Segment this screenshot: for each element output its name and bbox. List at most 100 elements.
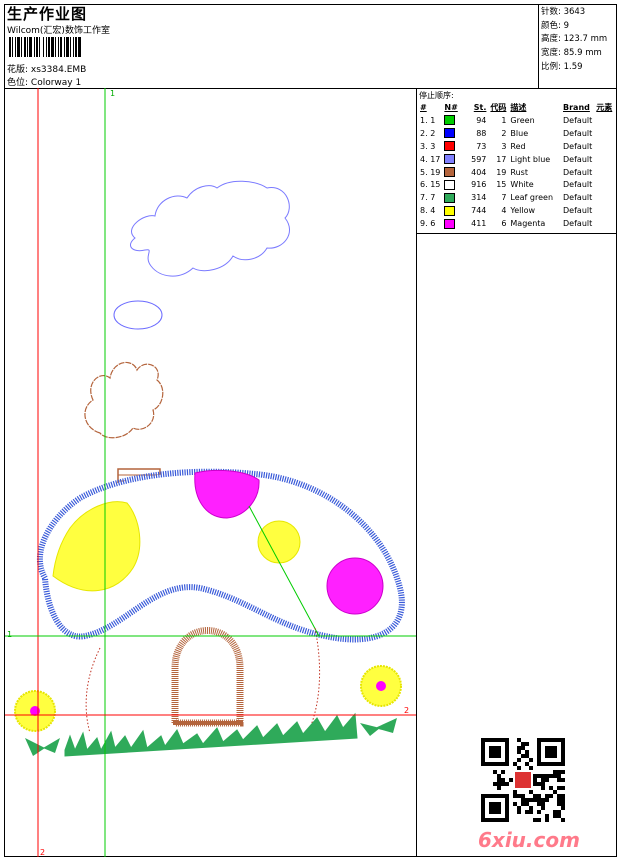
row-stitches: 744 <box>471 206 487 216</box>
row-swatch <box>442 191 459 204</box>
axis-label-h-right: 2 <box>404 706 410 715</box>
stem-outline <box>85 627 321 734</box>
table-row: 8. 4 744 4 Yellow Default <box>418 204 614 217</box>
col-code: 代码 <box>490 103 507 112</box>
row-code: 17 <box>496 154 507 164</box>
axis-label-v-bottom: 2 <box>40 848 46 857</box>
table-row: 5. 19 404 19 Rust Default <box>418 166 614 179</box>
color-swatch <box>444 154 456 165</box>
row-index: 4. 17 <box>420 154 441 164</box>
row-code: 3 <box>501 141 507 151</box>
row-swatch <box>442 178 459 191</box>
row-description: Leaf green <box>510 193 554 203</box>
stitches-value: 3643 <box>563 7 586 17</box>
row-brand: Default <box>563 141 593 151</box>
small-cloud-outline <box>113 300 163 330</box>
row-code: 19 <box>496 167 507 177</box>
color-swatch <box>444 179 456 190</box>
row-element <box>594 204 614 217</box>
height-label: 高度: <box>541 34 561 45</box>
row-code: 1 <box>501 115 507 125</box>
colorway-row: 色位: Colorway 1 <box>7 75 81 88</box>
sheet-title: 生产作业图 <box>7 5 88 23</box>
grass-left-leaves <box>25 738 60 756</box>
grass-right-leaves <box>360 718 397 736</box>
qr-code <box>481 738 565 822</box>
design-stats: 针数: 3643 颜色: 9 高度: 123.7 mm 宽度: 85.9 mm … <box>541 6 607 75</box>
pattern-value: xs3384.EMB <box>30 65 87 75</box>
table-row: 9. 6 411 6 Magenta Default <box>418 217 614 230</box>
stitches-label: 针数: <box>541 7 561 17</box>
row-swatch <box>442 140 459 153</box>
row-brand: Default <box>563 128 593 138</box>
row-stitches: 597 <box>471 154 487 164</box>
axis-label-h-left: 1 <box>7 630 13 639</box>
color-swatch <box>444 167 456 177</box>
table-header-row: # N# St. 代码 描述 Brand 元素 <box>418 101 614 114</box>
table-row: 2. 2 88 2 Blue Default <box>418 127 614 140</box>
row-description: Rust <box>510 167 528 177</box>
watermark-logo: 6xiu.com <box>478 828 580 852</box>
panel-divider <box>416 88 417 857</box>
row-stitches: 916 <box>471 180 487 190</box>
row-element <box>594 153 614 166</box>
axis-label-v-top: 1 <box>110 89 116 98</box>
col-element: 元素 <box>596 103 613 112</box>
row-code: 4 <box>501 206 507 216</box>
row-element <box>594 127 614 140</box>
col-stitches: St. <box>473 103 487 112</box>
row-swatch <box>442 217 459 230</box>
row-description: Magenta <box>510 219 546 229</box>
row-brand: Default <box>563 206 593 216</box>
stats-divider <box>538 4 539 88</box>
row-stitches: 404 <box>471 167 487 177</box>
color-swatch <box>444 141 456 152</box>
colors-label: 颜色: <box>541 20 561 31</box>
row-index: 3. 3 <box>420 141 436 151</box>
color-swatch <box>444 192 456 203</box>
row-brand: Default <box>563 154 593 164</box>
col-index: # <box>420 103 427 112</box>
row-brand: Default <box>563 115 593 125</box>
row-index: 5. 19 <box>420 167 441 177</box>
pattern-label: 花版: <box>7 65 29 75</box>
table-row: 7. 7 314 7 Leaf green Default <box>418 191 614 204</box>
row-element <box>594 140 614 153</box>
cloud-outline <box>130 180 290 277</box>
row-stitches: 94 <box>476 115 487 125</box>
scale-value: 1.59 <box>563 61 583 72</box>
row-description: Yellow <box>510 206 536 216</box>
row-description: Light blue <box>510 154 551 164</box>
row-element <box>594 114 614 127</box>
col-needle: N# <box>444 103 458 112</box>
row-swatch <box>442 166 459 179</box>
row-code: 15 <box>496 180 507 190</box>
row-stitches: 314 <box>471 193 487 203</box>
colors-value: 9 <box>563 20 569 31</box>
grass <box>64 712 358 757</box>
row-stitches: 88 <box>476 128 487 138</box>
row-code: 7 <box>501 193 507 203</box>
pattern-row: 花版: xs3384.EMB <box>7 62 86 75</box>
row-brand: Default <box>563 167 593 177</box>
row-element <box>594 191 614 204</box>
stop-sequence-heading: 停止顺序: <box>419 91 454 100</box>
row-index: 7. 7 <box>420 193 436 203</box>
table-row: 6. 15 916 15 White Default <box>418 178 614 191</box>
flower-right-center <box>376 681 386 691</box>
row-swatch <box>442 114 459 127</box>
smoke-puff-outline <box>84 361 164 439</box>
color-swatch <box>444 218 456 229</box>
row-description: Blue <box>510 128 529 138</box>
row-code: 6 <box>501 219 507 229</box>
row-stitches: 411 <box>471 219 487 229</box>
row-index: 8. 4 <box>420 206 436 216</box>
col-brand: Brand <box>563 103 590 112</box>
row-index: 9. 6 <box>420 219 436 229</box>
row-code: 2 <box>501 128 507 138</box>
row-index: 1. 1 <box>420 115 436 125</box>
color-swatch <box>444 115 456 126</box>
table-row: 3. 3 73 3 Red Default <box>418 140 614 153</box>
color-swatch <box>444 205 456 216</box>
row-swatch <box>442 153 459 166</box>
